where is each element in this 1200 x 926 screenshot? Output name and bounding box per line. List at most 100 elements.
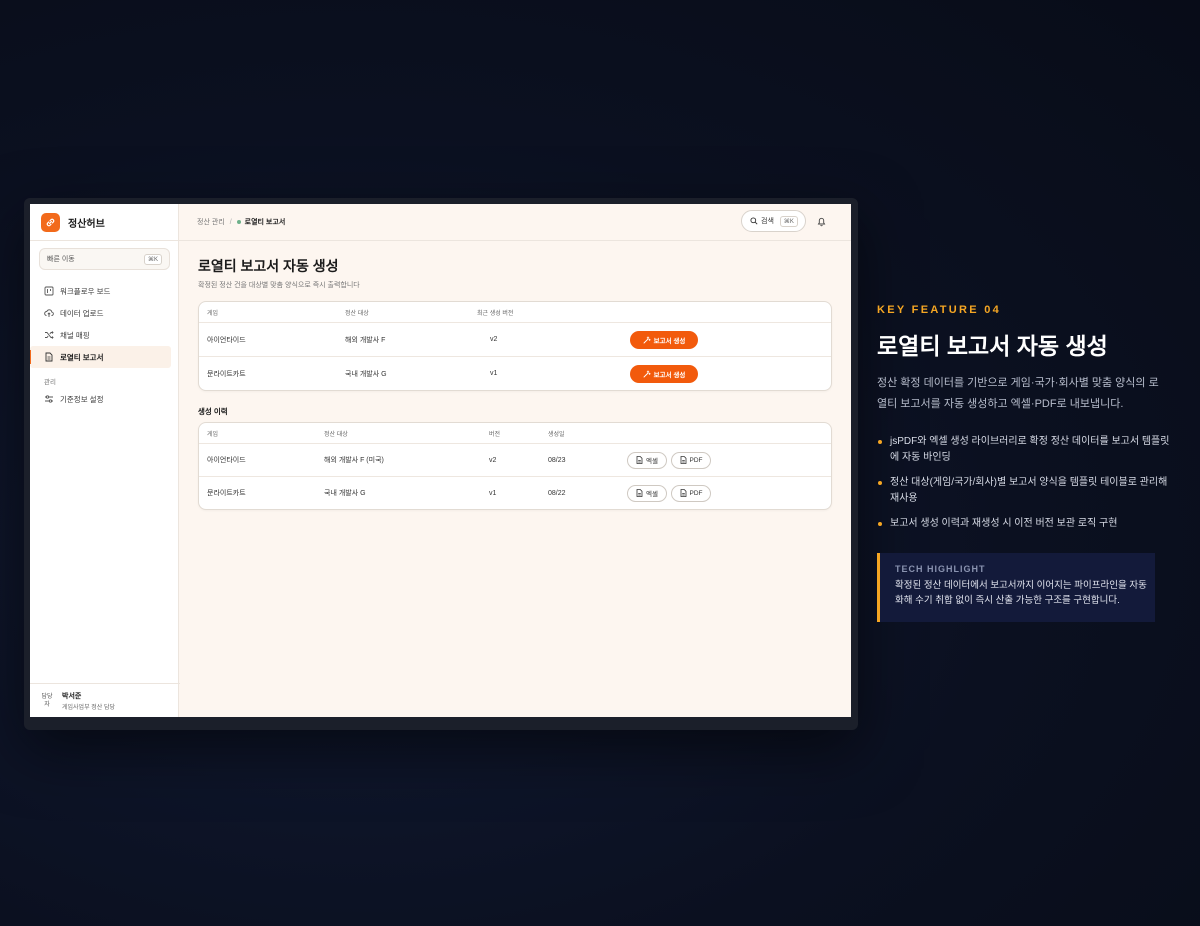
user-name: 박서준 [62,692,82,700]
quick-nav-label: 빠른 이동 [47,256,75,263]
cell-date: 08/23 [548,456,566,464]
download-excel-button[interactable]: 엑셀 [627,451,667,469]
column-header: 게임 [207,431,219,438]
table-header: 게임 정산 대상 최근 생성 버전 [199,302,831,322]
feature-bullet: jsPDF와 엑셀 생성 라이브러리로 확정 정산 데이터를 보고서 템플릿에 … [877,434,1177,466]
brand-name: 정산허브 [68,218,105,230]
button-label: 보고서 생성 [653,337,686,345]
main-area: 정산 관리 / 로열티 보고서 검색 ⌘K 로열티 보고서 자동 생성 확정된 … [179,204,851,717]
download-pdf-button[interactable]: PDF [671,451,711,469]
quick-nav-shortcut: ⌘K [143,253,162,265]
bell-icon[interactable] [816,216,827,227]
search-button[interactable]: 검색 ⌘K [741,210,806,232]
cell-date: 08/22 [548,489,566,497]
table-row: 아이언타이드 해외 개발사 F (미국) v2 08/23 엑셀 PDF [199,443,831,476]
button-label: PDF [689,489,703,497]
topbar: 정산 관리 / 로열티 보고서 검색 ⌘K [179,204,851,241]
quick-nav-button[interactable]: 빠른 이동 ⌘K [39,248,170,270]
cell-target: 국내 개발사 G [324,490,366,497]
user-info: 박서준 게임사업부 정산 담당 [62,691,115,711]
feature-description: 정산 확정 데이터를 기반으로 게임·국가·회사별 맞춤 양식의 로열티 보고서… [877,377,1159,410]
sidebar-item-channel-mapping[interactable]: 채널 매핑 [30,324,171,346]
document-icon [44,352,54,362]
app-screen: 정산허브 빠른 이동 ⌘K 워크플로우 보드 데이터 업로드 채널 매핑 로열티… [30,204,851,717]
file-icon [680,489,687,497]
cell-version: v2 [490,336,498,343]
button-label: 보고서 생성 [653,371,686,379]
nav-section-label: 관리 [44,379,56,386]
download-excel-button[interactable]: 엑셀 [627,484,667,502]
button-label: 엑셀 [646,491,658,498]
table-row: 문라이트카트 국내 개발사 G v1 보고서 생성 [199,356,831,390]
user-role: 게임사업부 정산 담당 [62,704,116,711]
table-row: 문라이트카트 국내 개발사 G v1 08/22 엑셀 PDF [199,476,831,509]
download-pdf-button[interactable]: PDF [671,484,711,502]
history-title: 생성 이력 [198,407,228,416]
sidebar-item-label: 로열티 보고서 [60,352,104,362]
breadcrumb-current: 로열티 보고서 [244,219,286,226]
column-header: 정산 대상 [345,310,369,317]
link-logo-icon [41,212,60,232]
column-header: 정산 대상 [324,431,348,438]
status-dot-icon [236,220,241,224]
breadcrumb-separator: / [229,218,232,226]
page-content: 로열티 보고서 자동 생성 확정된 정산 건을 대상별 맞춤 양식으로 즉시 출… [179,241,851,510]
sidebar-item-data-upload[interactable]: 데이터 업로드 [30,302,171,324]
history-table: 게임 정산 대상 버전 생성일 아이언타이드 해외 개발사 F (미국) v2 … [198,422,832,510]
cell-game: 문라이트카트 [207,490,246,497]
feature-title: 로열티 보고서 자동 생성 [877,333,1108,359]
page-subtitle: 확정된 정산 건을 대상별 맞춤 양식으로 즉시 출력합니다 [198,282,360,289]
tech-highlight-label: TECH HIGHLIGHT [895,564,986,574]
board-icon [44,286,54,296]
column-header: 버전 [489,431,501,438]
feature-eyebrow: KEY FEATURE 04 [877,304,1002,316]
file-icon [680,456,687,464]
sidebar-item-settings[interactable]: 기준정보 설정 [30,388,171,410]
cell-target: 해외 개발사 F (미국) [324,457,384,464]
sidebar: 정산허브 빠른 이동 ⌘K 워크플로우 보드 데이터 업로드 채널 매핑 로열티… [30,204,180,717]
sidebar-item-label: 워크플로우 보드 [60,286,111,296]
cell-version: v1 [490,370,498,377]
tech-highlight: TECH HIGHLIGHT 확정된 정산 데이터에서 보고서까지 이어지는 파… [877,553,1155,622]
feature-bullet: 정산 대상(게임/국가/회사)별 보고서 양식을 템플릿 테이블로 관리해 재사… [877,475,1177,507]
cell-target: 해외 개발사 F [345,336,386,344]
cell-game: 아이언타이드 [207,336,246,344]
file-icon [636,489,643,497]
sidebar-item-label: 기준정보 설정 [60,394,104,404]
generate-report-button[interactable]: 보고서 생성 [630,330,698,349]
sliders-icon [44,394,54,404]
breadcrumb-parent[interactable]: 정산 관리 [197,217,225,227]
table-row: 아이언타이드 해외 개발사 F v2 보고서 생성 [199,322,831,356]
table-header: 게임 정산 대상 버전 생성일 [199,423,831,443]
sidebar-item-royalty-report[interactable]: 로열티 보고서 [30,346,171,368]
generate-report-button[interactable]: 보고서 생성 [630,364,698,383]
sidebar-item-label: 채널 매핑 [60,330,90,340]
feature-bullets: jsPDF와 엑셀 생성 라이브러리로 확정 정산 데이터를 보고서 템플릿에 … [877,434,1177,541]
search-shortcut: ⌘K [779,215,798,227]
shuffle-icon [44,330,54,340]
cell-version: v2 [489,456,497,464]
column-header: 생성일 [548,431,565,438]
search-label: 검색 [761,218,774,225]
cell-target: 국내 개발사 G [345,370,387,378]
column-header: 게임 [207,310,219,317]
page-title: 로열티 보고서 자동 생성 [198,258,339,274]
avatar: 담당자 [41,693,53,708]
button-label: 엑셀 [646,458,658,465]
sparkle-icon [643,336,651,344]
cell-game: 아이언타이드 [207,457,246,464]
feature-bullet: 보고서 생성 이력과 재생성 시 이전 버전 보관 로직 구현 [877,516,1177,532]
sidebar-nav: 워크플로우 보드 데이터 업로드 채널 매핑 로열티 보고서 관리 기준정보 설… [30,280,178,410]
sparkle-icon [643,370,651,378]
sidebar-item-workflow-board[interactable]: 워크플로우 보드 [30,280,171,302]
report-targets-table: 게임 정산 대상 최근 생성 버전 아이언타이드 해외 개발사 F v2 보고서… [198,301,832,391]
search-icon [750,217,758,225]
column-header: 최근 생성 버전 [477,310,514,317]
user-profile[interactable]: 담당자 박서준 게임사업부 정산 담당 [30,683,180,717]
button-label: PDF [689,456,703,464]
brand[interactable]: 정산허브 [30,204,178,241]
cell-version: v1 [489,489,497,497]
sidebar-item-label: 데이터 업로드 [60,308,104,318]
cell-game: 문라이트카트 [207,370,246,378]
cloud-upload-icon [44,308,54,318]
